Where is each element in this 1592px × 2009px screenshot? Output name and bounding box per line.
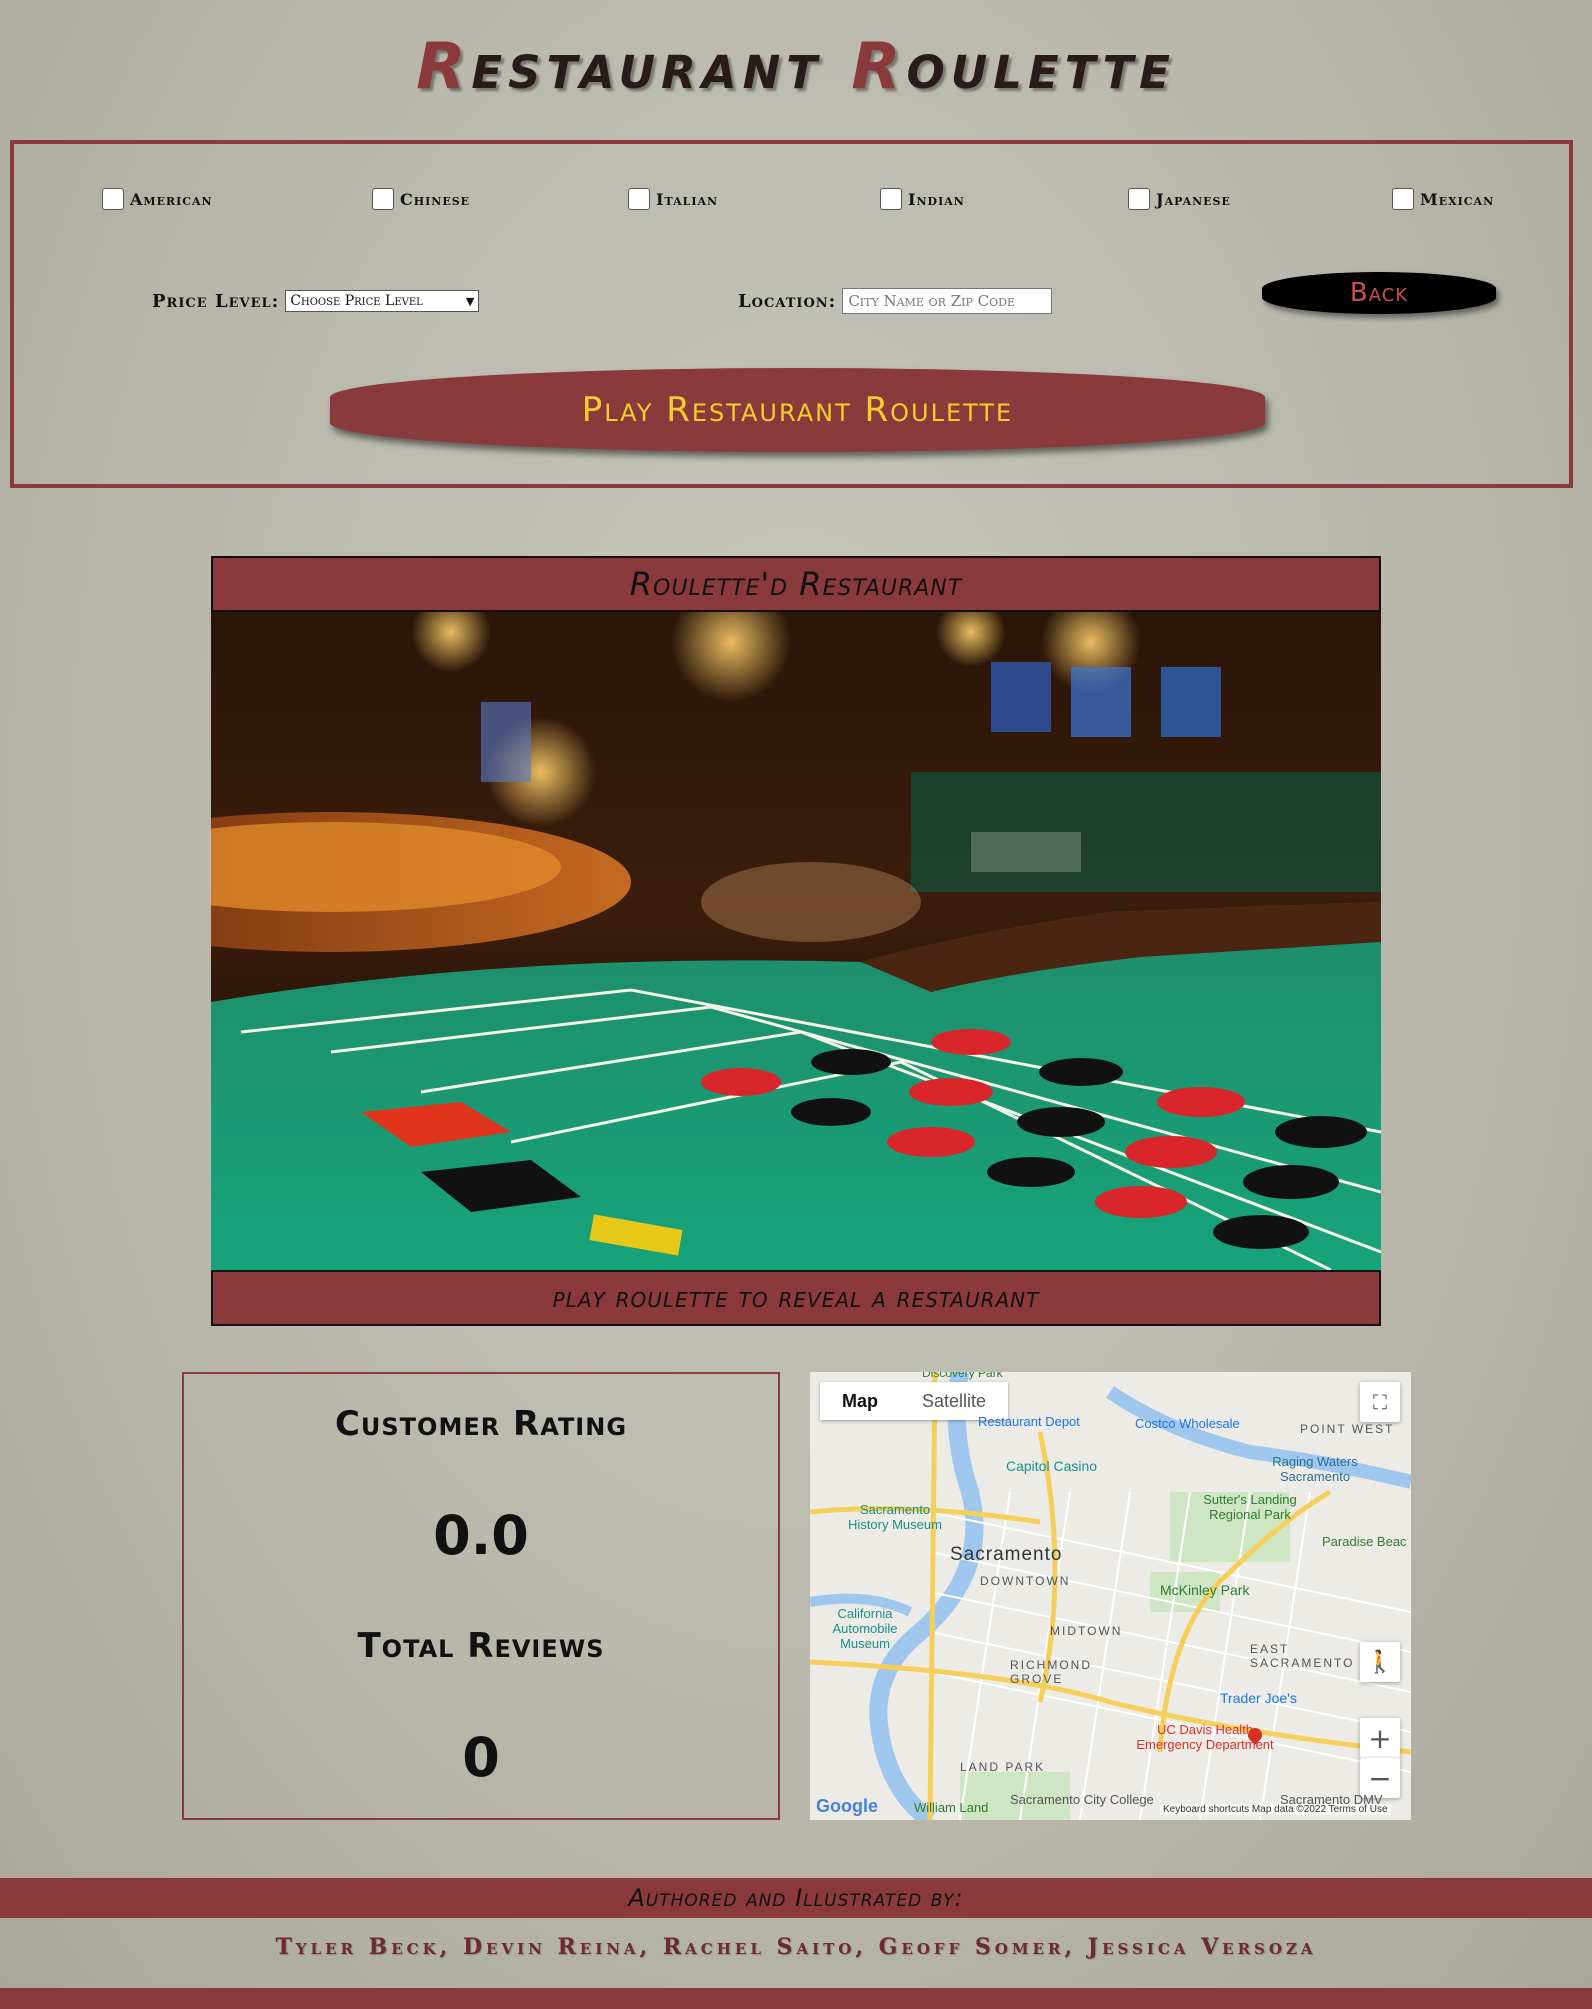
location-input[interactable]: City Name or Zip Code xyxy=(842,288,1053,314)
total-reviews-value: 0 xyxy=(462,1726,500,1789)
map-label-mckinley-park: McKinley Park xyxy=(1160,1582,1250,1598)
map-label-paradise-beach: Paradise Beac xyxy=(1322,1534,1407,1549)
map-attribution[interactable]: Keyboard shortcuts Map data ©2022 Terms … xyxy=(1160,1804,1391,1815)
checkbox-box[interactable] xyxy=(628,188,650,210)
map-label-land-park: LAND PARK xyxy=(960,1760,1046,1774)
total-reviews-label: Total Reviews xyxy=(357,1626,605,1666)
customer-rating-value: 0.0 xyxy=(433,1504,529,1567)
roulette-table-illustration xyxy=(211,612,1381,1270)
cuisine-label: Indian xyxy=(908,189,965,209)
map-label-sac-city-college: Sacramento City College xyxy=(1010,1792,1154,1807)
footer-authors: Tyler Beck, Devin Reina, Rachel Saito, G… xyxy=(275,1934,1317,1960)
checkbox-box[interactable] xyxy=(372,188,394,210)
checkbox-box[interactable] xyxy=(880,188,902,210)
price-level-value: Choose Price Level xyxy=(290,293,423,309)
map-label-california-museum: California Automobile Museum xyxy=(832,1606,898,1651)
google-logo: Google xyxy=(816,1796,878,1816)
page-title: Restaurant Roulette xyxy=(0,30,1592,104)
map-label-trader-joes: Trader Joe's xyxy=(1220,1690,1297,1706)
title-initial-r2: R xyxy=(851,30,907,104)
customer-rating-label: Customer Rating xyxy=(334,1404,628,1444)
zoom-in-button[interactable]: + xyxy=(1360,1718,1400,1758)
cuisine-checkbox-italian[interactable]: Italian xyxy=(628,188,718,210)
title-word-1: estaurant xyxy=(471,30,852,104)
location-label: Location: xyxy=(738,290,837,312)
cuisine-checkbox-chinese[interactable]: Chinese xyxy=(372,188,470,210)
cuisine-checkbox-mexican[interactable]: Mexican xyxy=(1392,188,1494,210)
cuisine-label: American xyxy=(130,189,213,209)
cuisine-checkbox-indian[interactable]: Indian xyxy=(880,188,965,210)
cuisine-label: Japanese xyxy=(1156,189,1231,209)
checkbox-box[interactable] xyxy=(1128,188,1150,210)
map-label-costco: Costco Wholesale xyxy=(1135,1416,1240,1431)
map-label-sacramento: Sacramento xyxy=(950,1544,1063,1565)
map-label-raging-waters: Raging Waters Sacramento xyxy=(1272,1454,1358,1484)
cuisine-checkbox-american[interactable]: American xyxy=(102,188,213,210)
map-tab-map[interactable]: Map xyxy=(820,1382,900,1420)
cuisine-label: Chinese xyxy=(400,189,471,209)
map-label-restaurant-depot: Restaurant Depot xyxy=(978,1414,1080,1429)
roulette-table-image xyxy=(211,612,1381,1270)
back-button[interactable]: Back xyxy=(1262,272,1496,314)
map-label-history-museum: Sacramento History Museum xyxy=(848,1502,942,1532)
title-word-2: oulette xyxy=(906,30,1176,104)
play-roulette-button[interactable]: Play Restaurant Roulette xyxy=(330,368,1265,452)
map-label-discovery-park: Discovery Park xyxy=(922,1372,1003,1380)
filter-panel: American Chinese Italian Indian Japanese… xyxy=(10,140,1573,488)
restaurant-card-footer: play roulette to reveal a restaurant xyxy=(211,1270,1381,1326)
map-label-capitol-casino: Capitol Casino xyxy=(1006,1458,1098,1474)
map-label-downtown: DOWNTOWN xyxy=(980,1574,1071,1588)
location-row: Location: City Name or Zip Code xyxy=(738,288,1053,314)
map-tiles xyxy=(810,1372,1411,1820)
footer-bottom-bar xyxy=(0,1988,1592,2009)
checkbox-box[interactable] xyxy=(1392,188,1414,210)
map-label-east-sacramento: EAST SACRAMENTO xyxy=(1250,1642,1355,1670)
map-label-point-west: POINT WEST xyxy=(1300,1422,1395,1436)
rating-panel: Customer Rating 0.0 Total Reviews 0 xyxy=(182,1372,780,1820)
map-label-sutters-landing: Sutter's Landing Regional Park xyxy=(1203,1492,1297,1522)
cuisine-label: Italian xyxy=(656,189,719,209)
footer-authored-label: Authored and Illustrated by: xyxy=(0,1878,1592,1918)
map-label-william-land: William Land xyxy=(914,1800,989,1815)
price-level-select[interactable]: Choose Price Level ▼ xyxy=(285,290,480,312)
title-initial-r: R xyxy=(416,30,472,104)
map-label-richmond-grove: RICHMOND GROVE xyxy=(1010,1658,1092,1686)
price-level-row: Price Level: Choose Price Level ▼ xyxy=(152,290,480,312)
fullscreen-icon[interactable]: ⛶ xyxy=(1360,1382,1400,1422)
cuisine-checkbox-japanese[interactable]: Japanese xyxy=(1128,188,1231,210)
cuisine-label: Mexican xyxy=(1420,189,1495,209)
chevron-down-icon: ▼ xyxy=(465,294,475,308)
restaurant-card-header: Roulette'd Restaurant xyxy=(211,556,1381,612)
checkbox-box[interactable] xyxy=(102,188,124,210)
restaurant-map[interactable]: Map Satellite ⛶ 🚶 + − Sacramento DOWNTOW… xyxy=(810,1372,1411,1820)
price-level-label: Price Level: xyxy=(152,290,280,312)
map-label-midtown: MIDTOWN xyxy=(1050,1624,1123,1638)
